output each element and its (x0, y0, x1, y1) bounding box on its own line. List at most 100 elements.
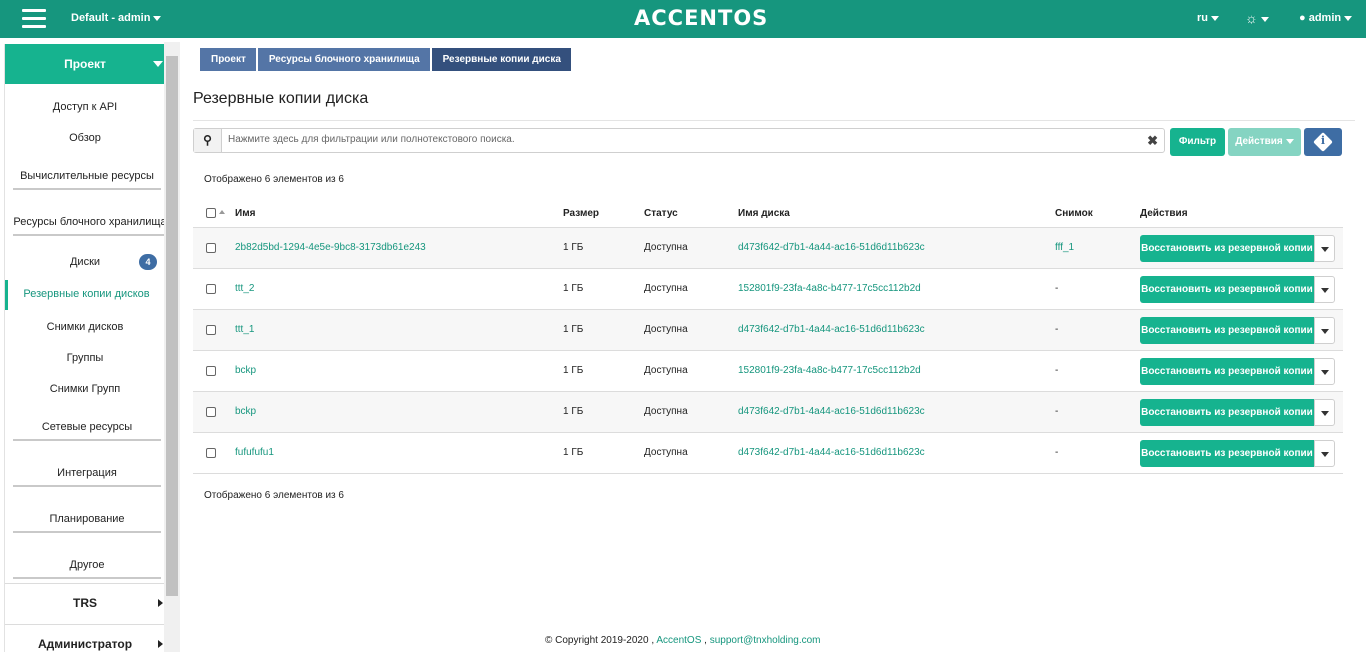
actions-dropdown-button[interactable]: Действия (1228, 128, 1301, 156)
row-checkbox[interactable] (206, 366, 216, 376)
sidebar-item-volume-snapshots[interactable]: Снимки дисков (5, 321, 165, 333)
snapshot-value: - (1055, 365, 1059, 376)
copyright-text: © Copyright 2019-2020 , (545, 635, 655, 646)
sidebar-item-overview[interactable]: Обзор (5, 132, 165, 144)
volume-name-link[interactable]: d473f642-d7b1-4a44-ac16-51d6d11b623c (738, 242, 925, 253)
snapshot-value: - (1055, 447, 1059, 458)
support-email-link[interactable]: support@tnxholding.com (710, 635, 821, 646)
sidebar-item-compute[interactable]: Вычислительные ресурсы (13, 170, 161, 190)
user-menu[interactable]: ● admin (1299, 12, 1353, 24)
sidebar-item-network[interactable]: Сетевые ресурсы (13, 421, 161, 441)
menu-toggle-icon[interactable] (22, 9, 46, 29)
sidebar-item-volumes[interactable]: Диски 4 (5, 254, 165, 270)
column-size[interactable]: Размер (563, 208, 599, 219)
volume-name-link[interactable]: 152801f9-23fa-4a8c-b477-17c5cc112b2d (738, 365, 921, 376)
backup-size: 1 ГБ (563, 406, 584, 417)
breadcrumb-block-storage[interactable]: Ресурсы блочного хранилища (257, 48, 430, 71)
sidebar-item-block-storage[interactable]: Ресурсы блочного хранилища (13, 216, 167, 236)
column-snapshot[interactable]: Снимок (1055, 208, 1093, 219)
row-checkbox[interactable] (206, 284, 216, 294)
search-input[interactable]: Нажмите здесь для фильтрации или полноте… (228, 134, 515, 145)
restore-backup-button[interactable]: Восстановить из резервной копии (1140, 317, 1314, 344)
row-actions-dropdown[interactable] (1314, 399, 1335, 426)
restore-backup-button[interactable]: Восстановить из резервной копии (1140, 440, 1314, 467)
row-checkbox[interactable] (206, 325, 216, 335)
sun-icon: ☼ (1245, 10, 1258, 26)
volume-name-link[interactable]: d473f642-d7b1-4a44-ac16-51d6d11b623c (738, 406, 925, 417)
row-actions-dropdown[interactable] (1314, 235, 1335, 262)
backup-status: Доступна (644, 242, 688, 253)
row-checkbox[interactable] (206, 448, 216, 458)
row-actions-dropdown[interactable] (1314, 276, 1335, 303)
chevron-down-icon (1260, 16, 1269, 22)
breadcrumb-project[interactable]: Проект (200, 48, 256, 71)
page-title: Резервные копии диска (193, 90, 369, 107)
volume-name-link[interactable]: d473f642-d7b1-4a44-ac16-51d6d11b623c (738, 324, 925, 335)
clear-icon[interactable]: ✖ (1147, 133, 1158, 149)
snapshot-link[interactable]: fff_1 (1055, 242, 1074, 253)
backup-name-link[interactable]: fufufufu1 (235, 447, 274, 458)
sidebar-item-planning[interactable]: Планирование (13, 513, 161, 533)
sidebar-section-admin[interactable]: Администратор (5, 624, 165, 652)
footer-separator: , (704, 635, 707, 646)
accentos-link[interactable]: AccentOS (656, 635, 701, 646)
sidebar-item-integration[interactable]: Интеграция (13, 467, 161, 487)
search-icon[interactable]: ⚲ (194, 129, 222, 152)
filter-button[interactable]: Фильтр (1170, 128, 1225, 156)
theme-selector[interactable]: ☼ (1245, 10, 1269, 26)
restore-backup-button[interactable]: Восстановить из резервной копии (1140, 358, 1314, 385)
row-actions-dropdown[interactable] (1314, 317, 1335, 344)
language-selector[interactable]: ru (1197, 12, 1219, 24)
volume-name-link[interactable]: d473f642-d7b1-4a44-ac16-51d6d11b623c (738, 447, 925, 458)
top-bar: Default - admin ACCENTOS ru ☼ ● admin (0, 0, 1366, 38)
backup-name-link[interactable]: bckp (235, 365, 256, 376)
row-checkbox[interactable] (206, 243, 216, 253)
sidebar-section-trs[interactable]: TRS (5, 583, 165, 621)
sidebar-item-group-snapshots[interactable]: Снимки Групп (5, 383, 165, 395)
backup-name-link[interactable]: 2b82d5bd-1294-4e5e-9bc8-3173db61e243 (235, 242, 426, 253)
row-actions-dropdown[interactable] (1314, 440, 1335, 467)
chevron-down-icon (1321, 329, 1329, 334)
sidebar-scrollbar[interactable] (164, 42, 180, 652)
volume-name-link[interactable]: 152801f9-23fa-4a8c-b477-17c5cc112b2d (738, 283, 921, 294)
sidebar-item-api-access[interactable]: Доступ к API (5, 101, 165, 113)
chevron-down-icon (1321, 247, 1329, 252)
info-button[interactable]: i (1304, 128, 1342, 156)
row-checkbox[interactable] (206, 407, 216, 417)
select-all-checkbox[interactable] (206, 208, 216, 218)
table-row: 2b82d5bd-1294-4e5e-9bc8-3173db61e243 1 Г… (193, 228, 1343, 269)
chevron-down-icon (1321, 370, 1329, 375)
scrollbar-thumb[interactable] (166, 56, 178, 596)
column-status[interactable]: Статус (644, 208, 678, 219)
sidebar-nav: Проект Доступ к API Обзор Вычислительные… (4, 44, 167, 652)
sidebar-item-groups[interactable]: Группы (5, 352, 165, 364)
backup-name-link[interactable]: bckp (235, 406, 256, 417)
info-icon: i (1320, 134, 1326, 147)
sort-icon[interactable] (219, 210, 225, 214)
sidebar-item-volume-backups[interactable]: Резервные копии дисков (5, 280, 165, 310)
backup-status: Доступна (644, 365, 688, 376)
breadcrumb: Проект Ресурсы блочного хранилища Резерв… (200, 48, 573, 71)
restore-backup-button[interactable]: Восстановить из резервной копии (1140, 399, 1314, 426)
backup-size: 1 ГБ (563, 447, 584, 458)
chevron-down-icon (153, 15, 162, 21)
column-volume-name[interactable]: Имя диска (738, 208, 790, 219)
backup-size: 1 ГБ (563, 283, 584, 294)
column-name[interactable]: Имя (235, 208, 255, 219)
backup-size: 1 ГБ (563, 324, 584, 335)
snapshot-value: - (1055, 283, 1059, 294)
table-row: ttt_2 1 ГБ Доступна 152801f9-23fa-4a8c-b… (193, 269, 1343, 310)
restore-backup-button[interactable]: Восстановить из резервной копии (1140, 235, 1314, 262)
sidebar-item-other[interactable]: Другое (13, 559, 161, 579)
project-selector-label: Default - admin (71, 12, 151, 24)
project-selector[interactable]: Default - admin (71, 12, 162, 24)
restore-backup-button[interactable]: Восстановить из резервной копии (1140, 276, 1314, 303)
user-icon: ● (1299, 12, 1306, 24)
breadcrumb-volume-backups[interactable]: Резервные копии диска (431, 48, 571, 71)
backup-name-link[interactable]: ttt_1 (235, 324, 254, 335)
backup-name-link[interactable]: ttt_2 (235, 283, 254, 294)
chevron-down-icon (1285, 138, 1294, 144)
row-actions-dropdown[interactable] (1314, 358, 1335, 385)
chevron-down-icon (1321, 288, 1329, 293)
sidebar-section-project[interactable]: Проект (5, 44, 165, 84)
